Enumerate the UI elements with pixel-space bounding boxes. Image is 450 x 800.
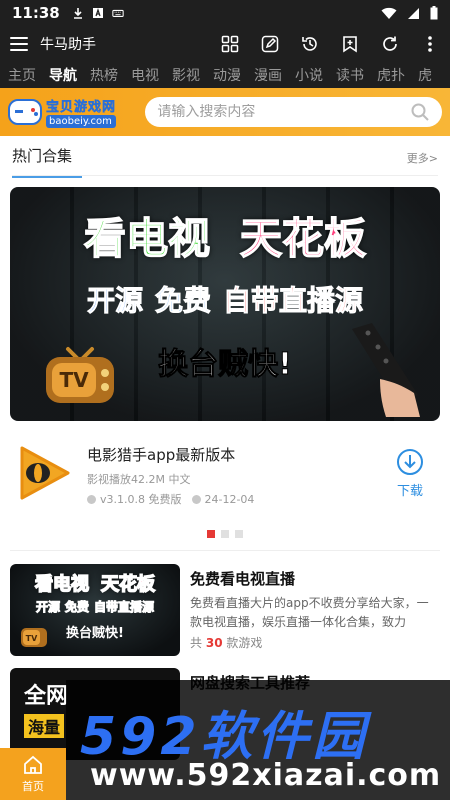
promo-banner[interactable]: 看电视 天花板 开源 免费 自带直播源 换台贼快! TV [10, 187, 440, 421]
divider [10, 550, 440, 551]
tab-hot[interactable]: 热榜 [90, 65, 118, 85]
app-date: 24-12-04 [204, 492, 255, 506]
watermark-url: www.592xiazai.com [90, 758, 442, 793]
watermark-overlay: 592软件园 www.592xiazai.com [66, 680, 450, 800]
download-circle-icon [397, 449, 423, 475]
app-name: 电影猎手app最新版本 [87, 446, 236, 464]
keyboard-icon [112, 9, 124, 17]
gamepad-icon [8, 99, 42, 125]
search-header: 宝贝游戏网 baobeiy.com [0, 88, 450, 136]
app-icon [20, 446, 70, 500]
collection-thumbnail: 看电视 天花板 开源 免费 自带直播源 换台贼快! TV [10, 564, 180, 656]
collection-title: 免费看电视直播 [190, 570, 296, 588]
info-icon [87, 494, 96, 504]
system-icons [381, 6, 438, 20]
battery-icon [430, 6, 438, 20]
search-box[interactable] [145, 97, 442, 127]
tv-label: TV [59, 368, 89, 392]
tab-overflow[interactable]: 虎 [418, 65, 432, 85]
section-title: 热门合集 [12, 145, 83, 178]
logo-text: 宝贝游戏网 [46, 100, 117, 116]
status-bar: 11:38 [0, 0, 450, 26]
collection-item[interactable]: 看电视 天花板 开源 免费 自带直播源 换台贼快! TV 免费看电视直播 免费看… [10, 564, 440, 656]
app-bar-actions [220, 34, 440, 54]
menu-icon[interactable] [10, 37, 28, 51]
tab-movies[interactable]: 影视 [172, 65, 200, 85]
app-meta: 影视播放42.2M 中文 [87, 473, 191, 486]
edit-icon[interactable] [260, 34, 280, 54]
carousel-dot-3[interactable] [235, 530, 243, 538]
grid-icon[interactable] [220, 34, 240, 54]
download-icon [73, 8, 82, 19]
app-version-row: v3.1.0.8 免费版 24-12-04 [87, 491, 254, 507]
collection-count-number: 30 [205, 636, 223, 650]
app-version: v3.1.0.8 免费版 [100, 493, 182, 506]
download-button[interactable]: 下载 [390, 448, 430, 499]
tv-icon: TV [21, 628, 47, 647]
banner-headline: 看电视 天花板 [10, 205, 440, 266]
thumb-text-all-web: 全网 [24, 684, 69, 709]
banner-text-watch-tv: 看电视 [83, 213, 211, 264]
banner-text-open-source: 开源 [86, 284, 143, 318]
app-screen: 11:38 牛马助手 主页 导航 热榜 电视 影视 动漫 漫画 小说 读书 虎扑… [0, 0, 450, 800]
thumb-text-ceiling: 天花板 [100, 573, 156, 596]
banner-text-live-source: 自带直播源 [222, 284, 364, 318]
download-label: 下载 [396, 484, 423, 499]
tab-novels[interactable]: 小说 [295, 65, 323, 85]
thumb-text-watch-tv: 看电视 [34, 573, 90, 596]
thumb-text-free: 免费 [64, 600, 89, 615]
featured-app[interactable]: 电影猎手app最新版本 影视播放42.2M 中文 v3.1.0.8 免费版 24… [12, 438, 438, 518]
thumb-tv-label: TV [26, 634, 38, 643]
app-title: 牛马助手 [40, 37, 96, 53]
status-time: 11:38 [12, 4, 60, 22]
logo-domain: baobeiy.com [46, 115, 117, 128]
bookmark-icon[interactable] [340, 34, 360, 54]
notification-icons [72, 7, 124, 19]
tab-anime[interactable]: 动漫 [213, 65, 241, 85]
app-notification-icon [92, 8, 103, 18]
thumb-text-live-source: 自带直播源 [93, 600, 155, 615]
search-icon[interactable] [410, 102, 430, 122]
refresh-icon[interactable] [380, 34, 400, 54]
remote-control-image [352, 323, 420, 417]
tab-home[interactable]: 主页 [8, 65, 36, 85]
home-icon [24, 755, 42, 774]
clock-icon [191, 494, 201, 504]
section-header: 热门合集 更多> [12, 140, 438, 178]
banner-text-ceiling: 天花板 [239, 213, 367, 264]
wifi-icon [381, 7, 397, 19]
banner-features: 开源 免费 自带直播源 [10, 279, 440, 319]
search-input[interactable] [157, 104, 410, 120]
tab-reading[interactable]: 读书 [336, 65, 364, 85]
banner-text-free: 免费 [154, 284, 211, 318]
carousel-dot-2[interactable] [221, 530, 229, 538]
history-icon[interactable] [300, 34, 320, 54]
tab-navigation[interactable]: 导航 [49, 65, 77, 85]
thumb-text-massive: 海量 [24, 714, 65, 738]
more-link[interactable]: 更多> [407, 150, 438, 166]
collection-description: 免费看直播大片的app不收费分享给大家，一款电视直播，娱乐直播一体化合集，致力 [190, 596, 429, 629]
thumb-text-open-source: 开源 [35, 600, 60, 615]
bottom-nav-home-label: 首页 [22, 780, 44, 793]
tab-comics[interactable]: 漫画 [254, 65, 282, 85]
bottom-nav-home[interactable]: 首页 [0, 748, 66, 800]
site-logo[interactable]: 宝贝游戏网 baobeiy.com [8, 94, 121, 130]
app-bar: 牛马助手 [0, 26, 450, 62]
carousel-indicator [0, 530, 450, 538]
category-tabs: 主页 导航 热榜 电视 影视 动漫 漫画 小说 读书 虎扑 虎 [0, 62, 450, 88]
carousel-dot-1[interactable] [207, 530, 215, 538]
tab-tv[interactable]: 电视 [131, 65, 159, 85]
tab-hupu[interactable]: 虎扑 [377, 65, 405, 85]
signal-icon [408, 7, 419, 19]
more-vert-icon[interactable] [420, 34, 440, 54]
collection-count: 共 30 款游戏 [190, 636, 263, 650]
tv-icon: TV [46, 347, 114, 403]
